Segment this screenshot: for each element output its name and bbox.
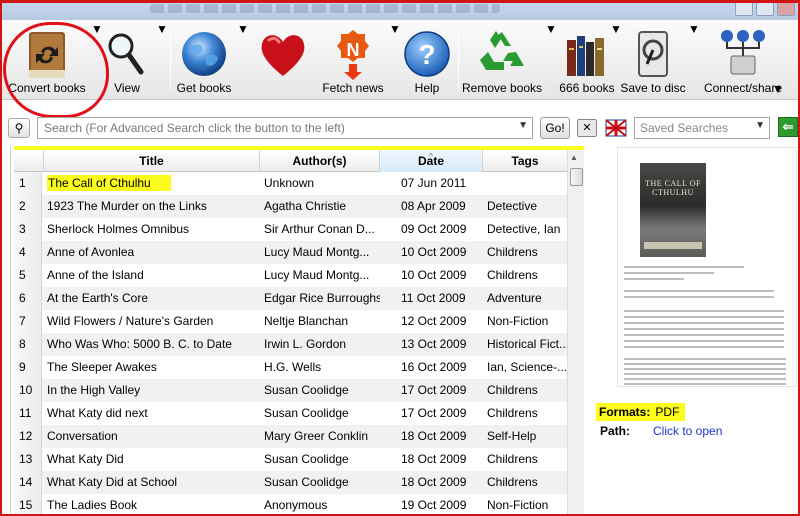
annotation-frame	[0, 0, 800, 516]
